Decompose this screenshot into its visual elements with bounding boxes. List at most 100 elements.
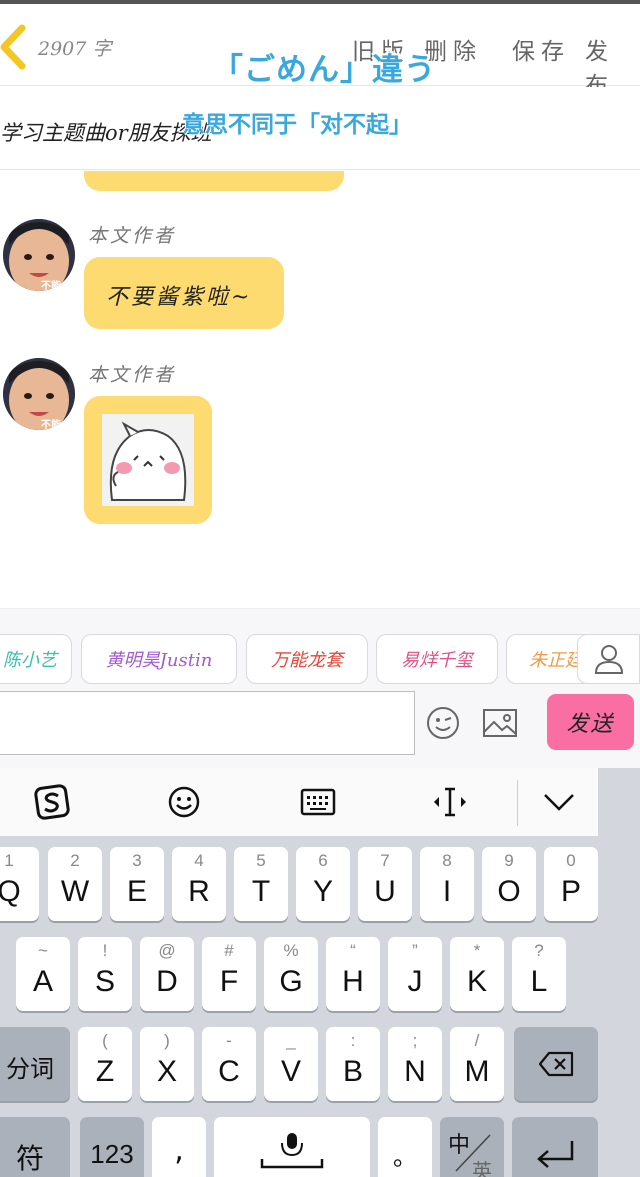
key-q[interactable]: 1Q: [0, 847, 39, 921]
key-label: D: [156, 965, 178, 998]
key-n[interactable]: ; N: [388, 1027, 442, 1101]
period-key[interactable]: 。: [378, 1117, 432, 1177]
article-subtitle-bar[interactable]: 学习主题曲or朋友探班 意思不同于「对不起」: [0, 87, 640, 170]
key-h[interactable]: “H: [326, 937, 380, 1011]
key-alt-label: 3: [132, 851, 142, 870]
enter-key[interactable]: [512, 1117, 598, 1177]
key-label: N: [404, 1055, 426, 1088]
key-c[interactable]: -C: [202, 1027, 256, 1101]
key-label: Z: [95, 1055, 115, 1088]
key-v[interactable]: _ V: [264, 1027, 318, 1101]
key-label: 分词: [6, 1055, 54, 1083]
key-alt-label: :: [350, 1031, 356, 1050]
key-t[interactable]: 5T: [234, 847, 288, 921]
key-alt-label: 6: [318, 851, 328, 870]
previous-message-bubble[interactable]: [84, 171, 344, 191]
hide-keyboard-button[interactable]: [539, 782, 579, 822]
key-label: Q: [0, 875, 21, 908]
editor-header: 2907 字 旧版 删除 保存 发布 「ごめん」違う: [0, 4, 640, 99]
avatar[interactable]: 不能: [3, 358, 75, 430]
quick-name-chip[interactable]: 万能龙套: [246, 634, 368, 684]
comma-key[interactable]: ,: [152, 1117, 206, 1177]
backspace-key[interactable]: [514, 1027, 598, 1101]
space-key[interactable]: [214, 1117, 370, 1177]
baby-face-icon: [3, 219, 75, 291]
key-p[interactable]: 0P: [544, 847, 598, 921]
chevron-left-icon: [0, 24, 26, 70]
language-switch-key[interactable]: 中 英: [440, 1117, 504, 1177]
key-i[interactable]: 8I: [420, 847, 474, 921]
return-icon: [537, 1141, 574, 1168]
key-l[interactable]: ? L: [512, 937, 566, 1011]
image-icon: [483, 709, 517, 737]
key-m[interactable]: / M: [450, 1027, 504, 1101]
key-r[interactable]: 4R: [172, 847, 226, 921]
crying-cat-sticker-icon: [102, 414, 194, 506]
back-button[interactable]: [0, 24, 30, 70]
key-u[interactable]: 7U: [358, 847, 412, 921]
key-label: O: [497, 875, 521, 908]
image-button[interactable]: [482, 708, 518, 738]
emoji-button[interactable]: [426, 706, 460, 740]
key-alt-label: #: [224, 941, 234, 960]
key-f[interactable]: # F: [202, 937, 256, 1011]
keyboard: 1Q 2W 3E 4R 5T 6Y 7U 8I 9O 0P ~ A ! S @ D #…: [0, 836, 598, 1177]
key-label: X: [156, 1055, 177, 1088]
article-subtitle: 学习主题曲or朋友探班: [0, 121, 212, 145]
key-a[interactable]: ~ A: [16, 937, 70, 1011]
message-text: 不要酱紫啦~: [106, 285, 253, 310]
key-label: Y: [312, 875, 333, 908]
keyboard-emoji-button[interactable]: [164, 782, 204, 822]
key-alt-label: _: [286, 1031, 296, 1050]
keyboard-layout-button[interactable]: [298, 782, 338, 822]
sogou-logo-button[interactable]: [32, 782, 72, 822]
key-g[interactable]: % G: [264, 937, 318, 1011]
save-button[interactable]: 保存: [512, 32, 570, 66]
key-b[interactable]: :B: [326, 1027, 380, 1101]
key-label: P: [560, 875, 581, 908]
quick-name-label: 朱正廷: [529, 650, 583, 671]
key-label: F: [219, 965, 239, 998]
symbol-key[interactable]: 符: [0, 1117, 70, 1177]
key-alt-label: ~: [38, 941, 48, 960]
key-alt-label: ;: [412, 1031, 418, 1050]
key-x[interactable]: ) X: [140, 1027, 194, 1101]
key-y[interactable]: 6Y: [296, 847, 350, 921]
key-label: W: [60, 875, 90, 908]
cursor-move-button[interactable]: [430, 782, 470, 822]
number-key[interactable]: 123: [80, 1117, 144, 1177]
key-z[interactable]: (Z: [78, 1027, 132, 1101]
key-w[interactable]: 2W: [48, 847, 102, 921]
toolbar-divider: [517, 780, 518, 826]
send-button[interactable]: 发送: [547, 694, 634, 750]
key-o[interactable]: 9O: [482, 847, 536, 921]
key-label: J: [407, 965, 423, 998]
segment-key[interactable]: 分词: [0, 1027, 70, 1101]
quick-name-chip[interactable]: 黄明昊Justin: [81, 634, 237, 684]
key-d[interactable]: @ D: [140, 937, 194, 1011]
key-label: M: [464, 1055, 490, 1088]
sogou-logo-icon: [34, 784, 70, 820]
message-input[interactable]: [0, 691, 415, 755]
chevron-down-icon: [544, 794, 574, 811]
avatar[interactable]: 不能: [3, 219, 75, 291]
key-label: C: [218, 1055, 240, 1088]
key-k[interactable]: * K: [450, 937, 504, 1011]
key-label: E: [126, 875, 147, 908]
key-j[interactable]: ” J: [388, 937, 442, 1011]
select-character-button[interactable]: [577, 634, 640, 684]
sticker-bubble[interactable]: [84, 396, 212, 524]
smile-icon: [168, 786, 200, 818]
chat-message: 不能 本文作者: [0, 358, 640, 528]
chat-area: 不能 本文作者 不要酱紫啦~ 不能 本文作者: [0, 171, 640, 608]
key-label: 英: [472, 1159, 492, 1177]
key-alt-label: *: [473, 941, 481, 960]
message-bubble[interactable]: 不要酱紫啦~: [84, 257, 284, 329]
key-s[interactable]: ! S: [78, 937, 132, 1011]
key-e[interactable]: 3E: [110, 847, 164, 921]
key-label: 。: [393, 1143, 417, 1171]
quick-name-chip[interactable]: 易烊千玺: [376, 634, 498, 684]
quick-name-chip[interactable]: 陈小艺: [0, 634, 72, 684]
key-alt-label: 4: [194, 851, 204, 870]
key-alt-label: /: [474, 1031, 480, 1050]
